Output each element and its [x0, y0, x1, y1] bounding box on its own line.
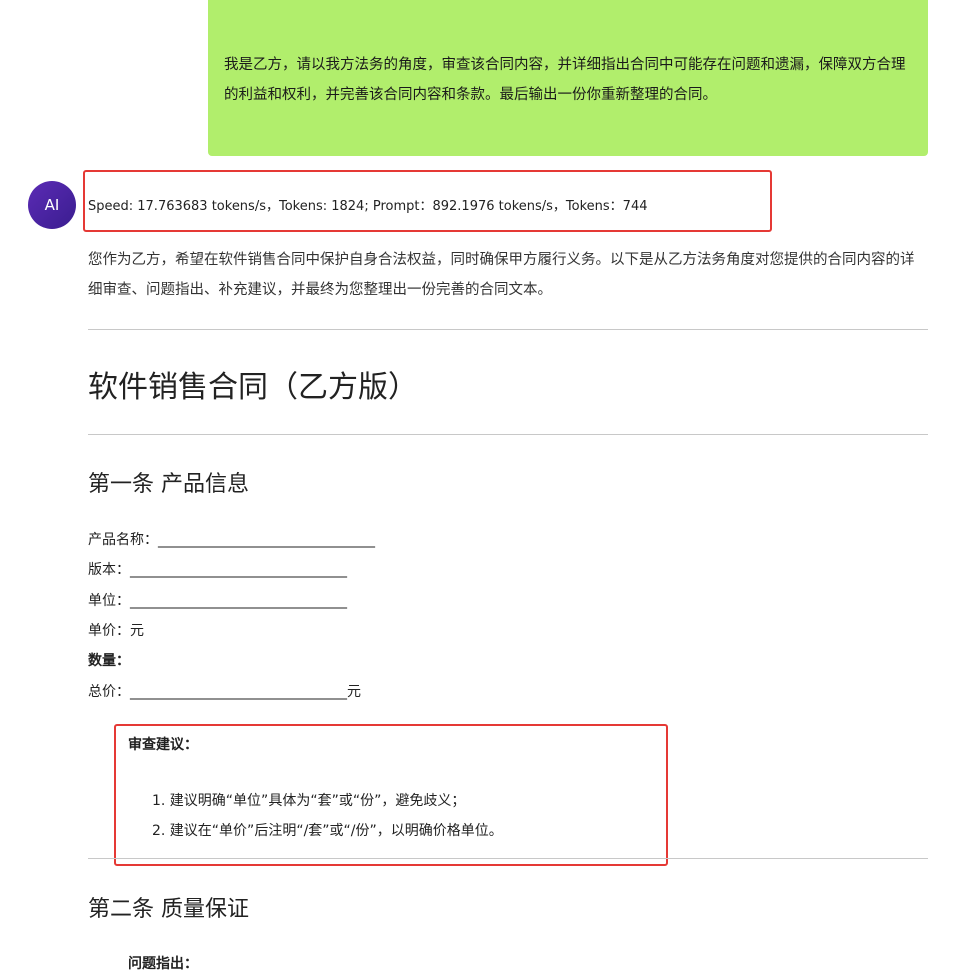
unit-line: 单位：_______________________________ — [88, 593, 347, 609]
unit-price-line: 单价：元 — [88, 623, 144, 639]
section1-heading: 第一条 产品信息 — [88, 472, 249, 497]
review-item: 2. 建议在“单价”后注明“/套”或“/份”，以明确价格单位。 — [152, 823, 503, 839]
speed-stats: Speed: 17.763683 tokens/s，Tokens: 1824; … — [88, 199, 648, 214]
version-line: 版本：_______________________________ — [88, 562, 347, 578]
user-message-bubble: 我是乙方，请以我方法务的角度，审查该合同内容，并详细指出合同中可能存在问题和遗漏… — [208, 0, 928, 156]
ai-avatar: AI — [28, 181, 76, 229]
review-item: 1. 建议明确“单位”具体为“套”或“份”，避免歧义； — [152, 793, 466, 809]
divider — [88, 329, 928, 330]
section2-heading: 第二条 质量保证 — [88, 897, 249, 922]
divider — [88, 434, 928, 435]
quantity-line: 数量： — [88, 653, 130, 669]
user-message-text: 我是乙方，请以我方法务的角度，审查该合同内容，并详细指出合同中可能存在问题和遗漏… — [224, 57, 906, 103]
review-title: 审查建议： — [128, 737, 198, 753]
product-name-line: 产品名称：_______________________________ — [88, 532, 375, 548]
contract-title: 软件销售合同（乙方版） — [88, 370, 418, 405]
divider — [88, 858, 928, 859]
issue-title: 问题指出： — [128, 956, 198, 972]
total-price-line: 总价：_______________________________元 — [88, 684, 361, 700]
assistant-intro: 您作为乙方，希望在软件销售合同中保护自身合法权益，同时确保甲方履行义务。以下是从… — [88, 252, 915, 298]
